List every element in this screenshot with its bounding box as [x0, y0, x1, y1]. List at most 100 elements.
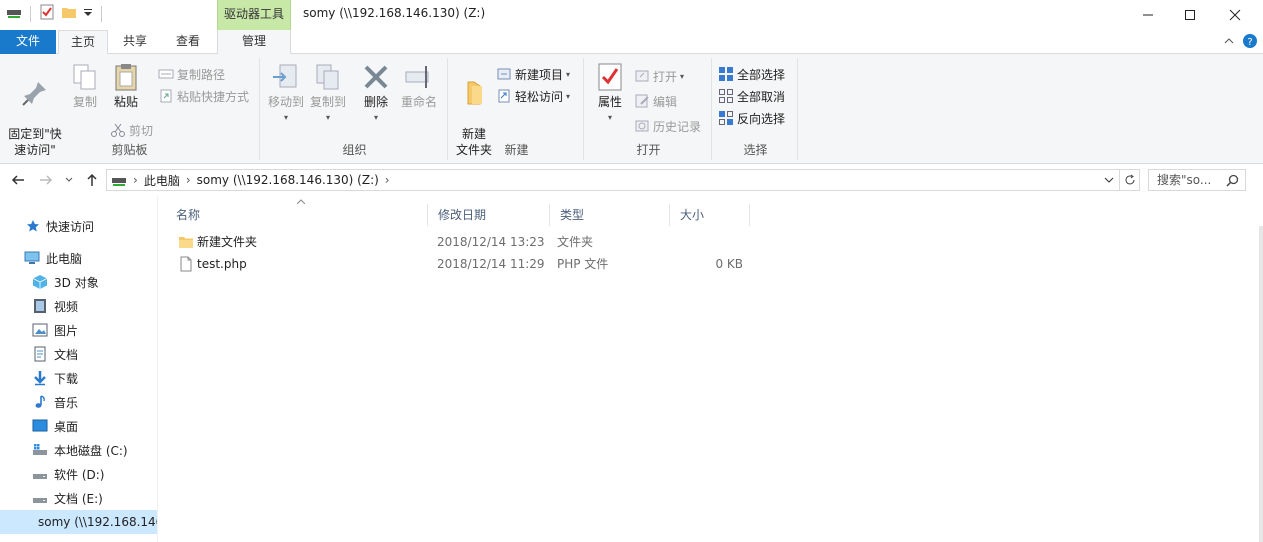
sidebar-item-music[interactable]: 音乐	[0, 390, 157, 414]
maximize-button[interactable]	[1167, 0, 1213, 30]
file-size	[677, 231, 743, 253]
paste-shortcut-icon	[160, 89, 172, 103]
drive-icon	[33, 498, 47, 503]
sidebar-item-desktop[interactable]: 桌面	[0, 414, 157, 438]
clipboard-group-label: 剪贴板	[111, 143, 148, 157]
select-all-button[interactable]: 全部选择	[718, 64, 785, 84]
properties-button[interactable]: 属性 ▾	[590, 62, 630, 126]
sidebar-item-documents[interactable]: 文档	[0, 342, 157, 366]
help-icon[interactable]: ?	[1243, 34, 1257, 51]
close-button[interactable]	[1212, 0, 1258, 30]
tab-manage[interactable]: 管理	[217, 30, 291, 55]
tab-view[interactable]: 查看	[162, 30, 214, 54]
edit-button[interactable]: 编辑	[634, 91, 677, 111]
file-name: 新建文件夹	[197, 235, 258, 249]
sidebar-item-3d-objects[interactable]: 3D 对象	[0, 270, 157, 294]
breadcrumb-current-drive[interactable]: somy (\\192.168.146.130) (Z:)	[197, 173, 379, 187]
network-drive-icon	[112, 178, 126, 186]
document-icon	[34, 346, 46, 362]
address-dropdown-chevron-icon[interactable]	[1103, 172, 1115, 191]
navigation-pane: 快速访问 此电脑 3D 对象 视频 图片 文档 下载 音乐 桌面 本地磁盘 (C…	[0, 196, 158, 542]
sidebar-item-drive-e[interactable]: 文档 (E:)	[0, 486, 157, 510]
recent-locations-chevron-icon[interactable]	[64, 172, 74, 192]
invert-selection-button[interactable]: 反向选择	[718, 108, 785, 128]
customize-qat-chevron-icon[interactable]	[83, 4, 93, 23]
refresh-icon	[1125, 174, 1134, 185]
column-header-name[interactable]: 名称	[166, 204, 428, 226]
minimize-button[interactable]	[1125, 0, 1171, 30]
file-modified: 2018/12/14 13:23	[437, 235, 545, 249]
copy-path-icon	[158, 69, 174, 79]
copy-path-button[interactable]: 复制路径	[158, 64, 225, 84]
scissors-icon	[111, 123, 125, 137]
properties-icon[interactable]	[39, 4, 55, 23]
windows-drive-icon	[33, 444, 47, 455]
file-name: test.php	[197, 257, 247, 271]
move-to-button[interactable]: 移动到 ▾	[266, 62, 306, 126]
open-group-label: 打开	[636, 143, 661, 157]
column-header-modified[interactable]: 修改日期	[428, 204, 550, 226]
delete-button[interactable]: 删除 ▾	[358, 62, 394, 126]
music-icon	[35, 395, 45, 408]
table-row[interactable]: 新建文件夹 2018/12/14 13:23 文件夹	[172, 231, 752, 253]
breadcrumb-separator-icon[interactable]: ›	[186, 173, 191, 187]
sidebar-item-drive-d[interactable]: 软件 (D:)	[0, 462, 157, 486]
edit-icon	[635, 94, 649, 108]
invert-selection-icon	[719, 111, 733, 125]
tab-share[interactable]: 共享	[110, 30, 160, 54]
address-bar[interactable]: › 此电脑 › somy (\\192.168.146.130) (Z:) ›	[106, 169, 1120, 191]
organize-group-label: 组织	[342, 143, 367, 157]
easy-access-button[interactable]: 轻松访问 ▾	[496, 86, 570, 106]
paste-button[interactable]: 粘贴	[106, 62, 146, 110]
picture-icon	[32, 323, 48, 337]
new-item-button[interactable]: 新建项目 ▾	[496, 64, 570, 84]
history-button[interactable]: 历史记录	[634, 116, 701, 136]
collapse-ribbon-chevron-icon[interactable]	[1223, 35, 1235, 50]
sidebar-item-network-drive-z[interactable]: somy (\\192.168.146.130) (Z:)	[0, 510, 157, 534]
sidebar-item-pictures[interactable]: 图片	[0, 318, 157, 342]
window-title: somy (\\192.168.146.130) (Z:)	[303, 6, 486, 20]
drive-icon[interactable]	[6, 4, 22, 23]
copy-to-button[interactable]: 复制到 ▾	[308, 62, 348, 126]
tab-home[interactable]: 主页	[58, 30, 108, 55]
sidebar-item-downloads[interactable]: 下载	[0, 366, 157, 390]
breadcrumb-this-pc[interactable]: 此电脑	[144, 172, 180, 189]
delete-x-icon	[364, 65, 388, 89]
paste-shortcut-button[interactable]: 粘贴快捷方式	[158, 86, 249, 106]
breadcrumb-separator-icon[interactable]: ›	[133, 173, 138, 187]
sidebar-item-quick-access[interactable]: 快速访问	[0, 214, 157, 238]
table-row[interactable]: test.php 2018/12/14 11:29 PHP 文件 0 KB	[172, 253, 752, 275]
refresh-button[interactable]	[1120, 169, 1140, 191]
ribbon-controls: ?	[1223, 34, 1257, 51]
search-input[interactable]: 搜索"so...	[1148, 169, 1246, 191]
column-header-size[interactable]: 大小	[670, 204, 750, 226]
tab-file[interactable]: 文件	[0, 30, 56, 54]
column-header-type[interactable]: 类型	[550, 204, 670, 226]
move-to-icon	[273, 64, 297, 88]
up-arrow-icon[interactable]	[84, 172, 100, 192]
sidebar-item-videos[interactable]: 视频	[0, 294, 157, 318]
select-none-button[interactable]: 全部取消	[718, 86, 785, 106]
sidebar-item-this-pc[interactable]: 此电脑	[0, 246, 157, 270]
open-icon	[635, 70, 649, 82]
rename-button[interactable]: 重命名	[398, 62, 440, 110]
file-size: 0 KB	[715, 257, 743, 271]
file-modified: 2018/12/14 11:29	[437, 257, 545, 271]
history-icon	[635, 120, 649, 132]
forward-arrow-icon[interactable]	[38, 172, 54, 192]
breadcrumb-separator-icon[interactable]: ›	[385, 173, 390, 187]
open-button[interactable]: 打开 ▾	[634, 66, 684, 86]
copy-button[interactable]: 复制	[68, 62, 102, 110]
ribbon: 固定到"快 速访问" 复制 粘贴 复制路径 粘贴快捷方式 剪切 剪贴板 移动到 …	[0, 54, 1263, 164]
back-arrow-icon[interactable]	[10, 172, 26, 192]
search-icon	[1226, 174, 1239, 187]
vertical-scrollbar[interactable]	[1259, 226, 1263, 542]
drive-tools-context-tab: 驱动器工具	[217, 0, 291, 30]
new-folder-icon[interactable]	[61, 4, 77, 23]
cut-button[interactable]: 剪切	[110, 120, 153, 140]
file-type: PHP 文件	[557, 257, 609, 271]
sidebar-item-local-disk-c[interactable]: 本地磁盘 (C:)	[0, 438, 157, 462]
star-icon	[27, 220, 39, 232]
quick-access-toolbar	[6, 4, 104, 23]
address-bar-row: › 此电脑 › somy (\\192.168.146.130) (Z:) › …	[0, 164, 1263, 196]
